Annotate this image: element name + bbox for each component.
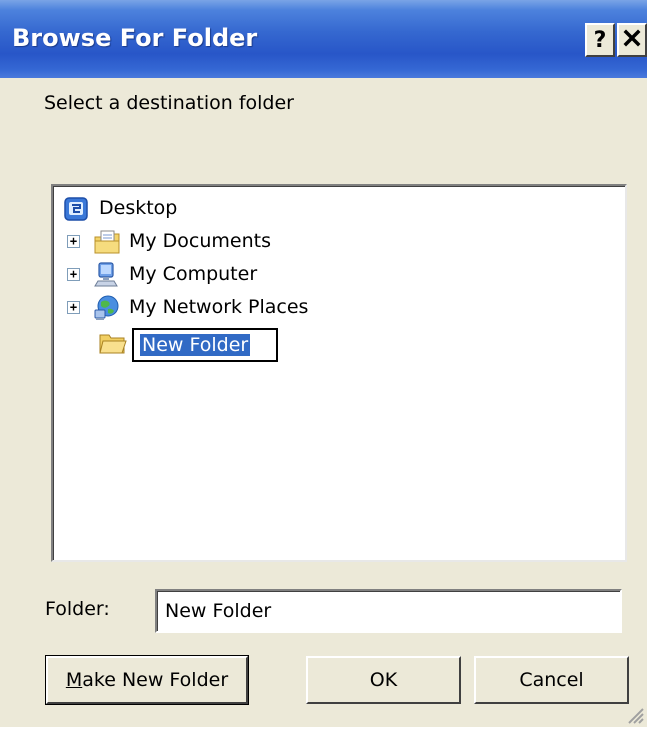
folder-name-input[interactable]	[155, 589, 622, 633]
close-icon	[623, 28, 641, 53]
tree-item-desktop[interactable]: Desktop	[53, 194, 623, 224]
tree-item-label: My Network Places	[129, 296, 309, 318]
help-icon: ?	[593, 27, 607, 53]
dialog-title: Browse For Folder	[12, 24, 258, 52]
ok-label: OK	[369, 669, 398, 691]
cancel-button[interactable]: Cancel	[474, 656, 629, 704]
expand-icon[interactable]: +	[67, 301, 80, 314]
help-button[interactable]: ?	[585, 23, 615, 57]
tree-item-my-network-places[interactable]: + My Network Places	[53, 293, 623, 323]
folder-label: Folder:	[45, 598, 110, 620]
expand-icon[interactable]: +	[67, 235, 80, 248]
prompt-text: Select a destination folder	[44, 92, 294, 114]
tree-item-label: Desktop	[99, 197, 178, 219]
folder-tree[interactable]: Desktop + My Documents + My Computer + M…	[51, 184, 627, 562]
folder-open-icon	[98, 331, 127, 359]
tree-item-my-computer[interactable]: + My Computer	[53, 260, 623, 290]
ok-button[interactable]: OK	[306, 656, 461, 704]
expand-icon[interactable]: +	[67, 268, 80, 281]
network-places-icon	[93, 294, 121, 322]
my-documents-icon	[93, 228, 121, 256]
tree-item-new-folder-rename-box[interactable]: New Folder	[132, 328, 278, 362]
tree-item-label: My Computer	[129, 263, 258, 285]
my-computer-icon	[93, 261, 121, 289]
make-new-folder-label: Make New Folder	[65, 669, 229, 691]
tree-item-label: My Documents	[129, 230, 272, 252]
make-new-folder-button[interactable]: Make New Folder	[45, 655, 249, 705]
browse-for-folder-dialog: Browse For Folder ? Select a destination…	[0, 0, 647, 727]
resize-grip-icon[interactable]	[623, 703, 645, 725]
desktop-icon	[62, 196, 90, 224]
title-bar[interactable]: Browse For Folder ?	[0, 0, 647, 78]
cancel-label: Cancel	[519, 669, 584, 691]
close-button[interactable]	[617, 23, 647, 57]
rename-selected-text[interactable]: New Folder	[140, 334, 251, 356]
tree-item-my-documents[interactable]: + My Documents	[53, 227, 623, 257]
